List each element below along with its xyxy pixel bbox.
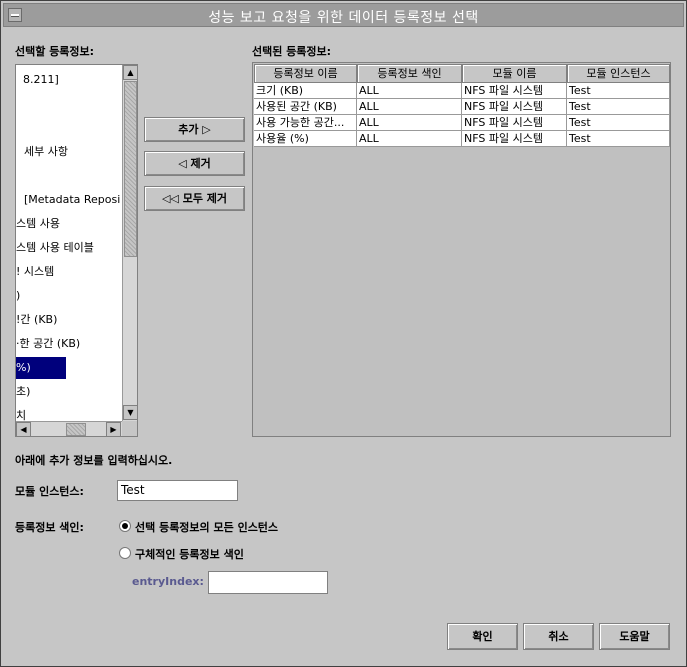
radio-specific-index-label[interactable]: 구체적인 등록정보 색인 [135, 546, 244, 562]
table-cell[interactable]: Test [567, 99, 670, 115]
scroll-down-icon[interactable]: ▼ [123, 405, 137, 420]
radio-all-instances-label[interactable]: 선택 등록정보의 모든 인스턴스 [135, 519, 278, 535]
list-item[interactable] [16, 93, 122, 115]
table-cell[interactable]: 사용된 공간 (KB) [254, 99, 357, 115]
table-cell[interactable]: NFS 파일 시스템 [462, 115, 567, 131]
entry-index-input[interactable] [208, 571, 328, 594]
list-item[interactable]: ) [16, 285, 122, 307]
table-cell[interactable]: Test [567, 83, 670, 99]
list-item[interactable]: 스템 사용 테이블 [16, 237, 122, 259]
column-header-property-index[interactable]: 등록정보 색인 [357, 64, 462, 83]
horizontal-scroll-thumb[interactable] [66, 423, 86, 436]
help-button[interactable]: 도움말 [599, 623, 670, 650]
table-cell[interactable]: Test [567, 115, 670, 131]
remove-button[interactable]: ◁ 제거 [144, 151, 245, 176]
dialog-window: 성능 보고 요청을 위한 데이터 등록정보 선택 선택할 등록정보: 8.211… [0, 0, 687, 667]
selected-properties-table[interactable]: 등록정보 이름 등록정보 색인 모듈 이름 모듈 인스턴스 크기 (KB) ALL… [252, 62, 671, 437]
vertical-scrollbar[interactable]: ▲ ▼ [122, 65, 137, 421]
table-cell[interactable]: NFS 파일 시스템 [462, 131, 567, 147]
column-header-module-instance[interactable]: 모듈 인스턴스 [567, 64, 670, 83]
add-button[interactable]: 추가 ▷ [144, 117, 245, 142]
selected-properties-label: 선택된 등록정보: [252, 45, 332, 58]
table-cell[interactable]: ALL [357, 115, 462, 131]
scroll-left-icon[interactable]: ◀ [16, 422, 31, 436]
available-properties-list[interactable]: 8.211] 세부 사항 [Metadata Reposi 스템 사용 스템 사용 테이… [15, 64, 138, 437]
title-bar[interactable]: 성능 보고 요청을 위한 데이터 등록정보 선택 [3, 3, 684, 27]
column-header-property-name[interactable]: 등록정보 이름 [254, 64, 357, 83]
ok-button[interactable]: 확인 [447, 623, 518, 650]
available-properties-label: 선택할 등록정보: [15, 45, 95, 58]
table-cell[interactable]: Test [567, 131, 670, 147]
entry-index-label: entryIndex: [132, 575, 204, 588]
list-item[interactable]: !간 (KB) [16, 309, 122, 331]
module-instance-input[interactable]: Test [117, 480, 238, 501]
list-item[interactable]: %) [16, 357, 66, 379]
table-cell[interactable]: NFS 파일 시스템 [462, 99, 567, 115]
list-item[interactable]: ! 시스템 [16, 261, 122, 283]
window-title: 성능 보고 요청을 위한 데이터 등록정보 선택 [208, 10, 479, 26]
vertical-scroll-thumb[interactable] [124, 81, 137, 257]
table-cell[interactable]: ALL [357, 131, 462, 147]
list-item[interactable]: 세부 사항 [16, 141, 122, 163]
table-cell[interactable]: ALL [357, 83, 462, 99]
remove-all-button[interactable]: ◁◁ 모두 제거 [144, 186, 245, 211]
list-item[interactable]: 초) [16, 381, 122, 403]
scroll-right-icon[interactable]: ▶ [106, 422, 121, 436]
cancel-button[interactable]: 취소 [523, 623, 594, 650]
scroll-corner [122, 421, 137, 436]
table-cell[interactable]: NFS 파일 시스템 [462, 83, 567, 99]
list-item[interactable] [16, 117, 122, 139]
list-item[interactable]: ·한 공간 (KB) [16, 333, 122, 355]
scroll-up-icon[interactable]: ▲ [123, 65, 137, 80]
table-cell[interactable]: 사용율 (%) [254, 131, 357, 147]
property-index-label: 등록정보 색인: [15, 521, 84, 534]
list-item[interactable]: 스템 사용 [16, 213, 122, 235]
instruction-text: 아래에 추가 정보를 입력하십시오. [15, 454, 173, 467]
radio-all-instances[interactable] [119, 520, 131, 532]
table-cell[interactable]: 사용 가능한 공간... [254, 115, 357, 131]
list-item[interactable]: 8.211] [16, 69, 122, 91]
column-header-module-name[interactable]: 모듈 이름 [462, 64, 567, 83]
table-cell[interactable]: ALL [357, 99, 462, 115]
radio-specific-index[interactable] [119, 547, 131, 559]
horizontal-scrollbar[interactable]: ◀ ▶ [16, 421, 122, 436]
list-item[interactable] [16, 165, 122, 187]
list-item[interactable]: [Metadata Reposi [16, 189, 122, 211]
table-cell[interactable]: 크기 (KB) [254, 83, 357, 99]
module-instance-label: 모듈 인스턴스: [15, 485, 84, 498]
